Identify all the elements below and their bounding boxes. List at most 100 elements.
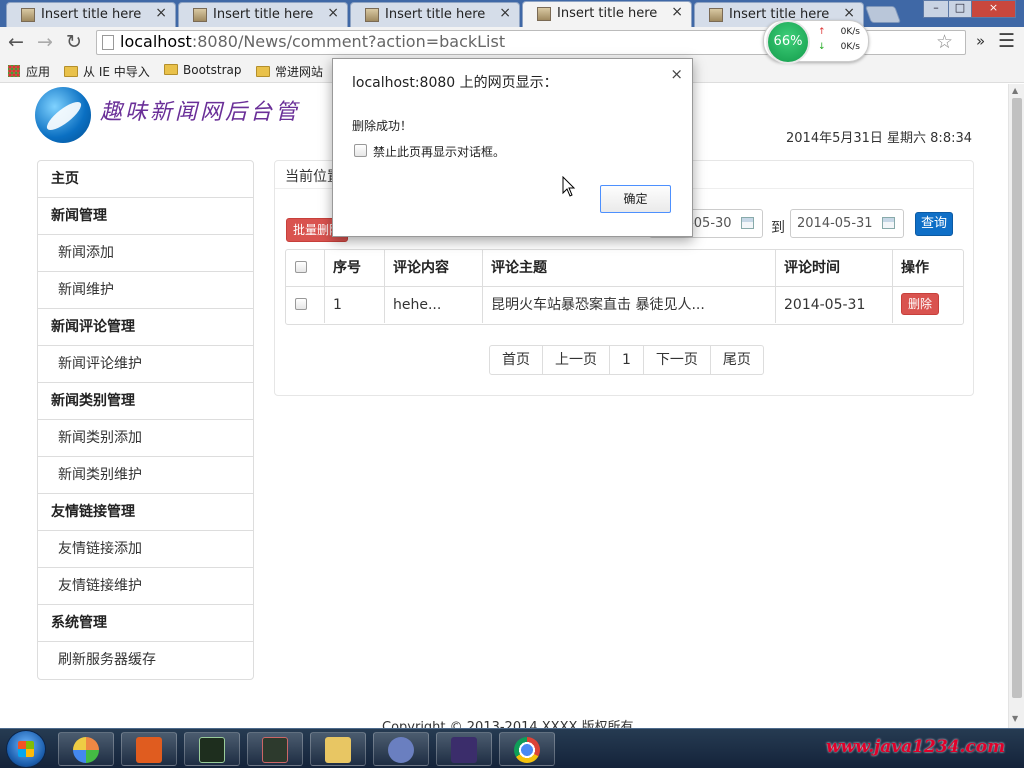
sidebar-item-link-management[interactable]: 友情链接管理 xyxy=(38,494,253,531)
sidebar-item-news-add[interactable]: 新闻添加 xyxy=(38,235,253,272)
bookmark-apps[interactable]: 应用 xyxy=(8,63,50,80)
sidebar-item-comment-maintain[interactable]: 新闻评论维护 xyxy=(38,346,253,383)
chrome-icon xyxy=(514,737,540,763)
scroll-up-icon[interactable]: ▲ xyxy=(1012,86,1018,95)
bookmark-import-ie[interactable]: 从 IE 中导入 xyxy=(64,63,150,80)
powerpoint-icon xyxy=(136,737,162,763)
taskbar-app-mysql[interactable] xyxy=(373,732,429,766)
tab-title: Insert title here xyxy=(213,7,314,22)
sidebar-item-system-management[interactable]: 系统管理 xyxy=(38,605,253,642)
pager-page-1[interactable]: 1 xyxy=(610,346,644,374)
tab-close-icon[interactable]: × xyxy=(499,5,511,21)
sidebar-item-category-management[interactable]: 新闻类别管理 xyxy=(38,383,253,420)
scrollbar-thumb[interactable] xyxy=(1012,98,1022,698)
taskbar-app-eclipse[interactable] xyxy=(436,732,492,766)
suppress-dialogs-option[interactable]: 禁止此页再显示对话框。 xyxy=(354,143,505,160)
taskbar-app-tool[interactable] xyxy=(247,732,303,766)
scroll-down-icon[interactable]: ▼ xyxy=(1012,714,1018,723)
minimize-button[interactable]: – xyxy=(923,0,949,18)
row-checkbox[interactable] xyxy=(295,298,307,310)
suppress-dialogs-label: 禁止此页再显示对话框。 xyxy=(373,145,506,159)
back-arrow-icon[interactable]: ← xyxy=(8,31,24,53)
table-row: 1 hehe... 昆明火车站暴恐案直击 暴徒见人... 2014-05-31 … xyxy=(286,287,963,324)
sidebar-item-comment-management[interactable]: 新闻评论管理 xyxy=(38,309,253,346)
bookmark-changjin[interactable]: 常进网站 xyxy=(256,63,323,80)
sidebar-item-home[interactable]: 主页 xyxy=(38,161,253,198)
apps-grid-icon xyxy=(8,65,20,77)
tab-close-icon[interactable]: × xyxy=(155,5,167,21)
alert-dialog: localhost:8080 上的网页显示： × 删除成功！ 禁止此页再显示对话… xyxy=(332,58,693,237)
sidebar-item-news-management[interactable]: 新闻管理 xyxy=(38,198,253,235)
sidebar-item-link-add[interactable]: 友情链接添加 xyxy=(38,531,253,568)
browser-tab-2[interactable]: Insert title here × xyxy=(178,2,348,27)
bookmark-star-icon[interactable]: ☆ xyxy=(936,31,953,53)
url-text: localhost:8080/News/comment?action=backL… xyxy=(120,32,506,51)
browser-tab-1[interactable]: Insert title here × xyxy=(6,2,176,27)
taskbar-app-terminal[interactable] xyxy=(184,732,240,766)
tab-close-icon[interactable]: × xyxy=(327,5,339,21)
download-arrow-icon: ↓ xyxy=(818,42,826,52)
admin-sidebar: 主页 新闻管理 新闻添加 新闻维护 新闻评论管理 新闻评论维护 新闻类别管理 新… xyxy=(37,160,254,680)
forward-arrow-icon[interactable]: → xyxy=(37,31,53,53)
column-header-content: 评论内容 xyxy=(385,250,483,286)
sidebar-item-category-maintain[interactable]: 新闻类别维护 xyxy=(38,457,253,494)
taskbar-app-chrome[interactable] xyxy=(499,732,555,766)
reload-icon[interactable]: ↻ xyxy=(66,31,82,53)
tab-title: Insert title here xyxy=(557,6,658,21)
folder-icon xyxy=(325,737,351,763)
taskbar-app-1[interactable] xyxy=(58,732,114,766)
start-button[interactable] xyxy=(6,730,46,768)
browser-tab-3[interactable]: Insert title here × xyxy=(350,2,520,27)
tab-close-icon[interactable]: × xyxy=(671,4,683,20)
taskbar-app-powerpoint[interactable] xyxy=(121,732,177,766)
maximize-button[interactable]: □ xyxy=(948,0,972,18)
calendar-icon[interactable] xyxy=(882,217,895,229)
browser-toolbar: ← → ↻ localhost:8080/News/comment?action… xyxy=(0,27,1024,58)
sidebar-item-link-maintain[interactable]: 友情链接维护 xyxy=(38,568,253,605)
delete-button[interactable]: 删除 xyxy=(901,293,939,315)
browser-menu-icon[interactable]: ☰ xyxy=(998,30,1015,52)
page-favicon-icon xyxy=(365,8,379,22)
select-all-checkbox[interactable] xyxy=(295,261,307,273)
suppress-dialogs-checkbox[interactable] xyxy=(354,144,367,157)
network-speed-widget: 66% ↑ 0K/s ↓ 0K/s xyxy=(763,20,869,64)
sidebar-item-news-maintain[interactable]: 新闻维护 xyxy=(38,272,253,309)
page-favicon-icon xyxy=(21,8,35,22)
bookmark-bootstrap[interactable]: Bootstrap xyxy=(164,63,241,77)
calendar-icon[interactable] xyxy=(741,217,754,229)
cell-action: 删除 xyxy=(893,287,963,323)
window-close-button[interactable]: × xyxy=(971,0,1016,18)
sidebar-item-category-add[interactable]: 新闻类别添加 xyxy=(38,420,253,457)
tab-close-icon[interactable]: × xyxy=(843,5,855,21)
site-title: 趣味新闻网后台管 xyxy=(100,100,301,125)
site-logo xyxy=(35,87,91,143)
site-footer: Copyright © 2013-2014 XXXX 版权所有 xyxy=(382,720,634,728)
page-scrollbar[interactable]: ▲ ▼ xyxy=(1008,84,1024,728)
column-header-action: 操作 xyxy=(901,260,929,276)
dolphin-icon xyxy=(388,737,414,763)
sidebar-item-refresh-cache[interactable]: 刷新服务器缓存 xyxy=(38,642,253,679)
folder-icon xyxy=(64,66,78,77)
page-favicon-icon xyxy=(709,8,723,22)
folder-icon xyxy=(256,66,270,77)
column-header-topic: 评论主题 xyxy=(483,250,776,286)
page-favicon-icon xyxy=(193,8,207,22)
pager-last[interactable]: 尾页 xyxy=(711,346,763,374)
end-date-value: 2014-05-31 xyxy=(797,216,873,231)
pager-next[interactable]: 下一页 xyxy=(644,346,711,374)
new-tab-button[interactable] xyxy=(864,6,902,23)
browser-tab-4-active[interactable]: Insert title here × xyxy=(522,1,692,27)
taskbar-app-explorer[interactable] xyxy=(310,732,366,766)
dialog-ok-button[interactable]: 确定 xyxy=(600,185,671,213)
cell-time: 2014-05-31 xyxy=(776,287,893,323)
query-button[interactable]: 查询 xyxy=(915,212,953,236)
watermark-text: www.java1234.com xyxy=(826,737,1006,757)
extensions-overflow-icon[interactable]: » xyxy=(976,32,985,50)
column-header-time: 评论时间 xyxy=(776,250,893,286)
end-date-input[interactable]: 2014-05-31 xyxy=(790,209,904,238)
dialog-close-icon[interactable]: × xyxy=(670,65,683,83)
upload-rate: 0K/s xyxy=(840,27,860,37)
pager-prev[interactable]: 上一页 xyxy=(543,346,610,374)
pager-first[interactable]: 首页 xyxy=(490,346,543,374)
tab-title: Insert title here xyxy=(41,7,142,22)
